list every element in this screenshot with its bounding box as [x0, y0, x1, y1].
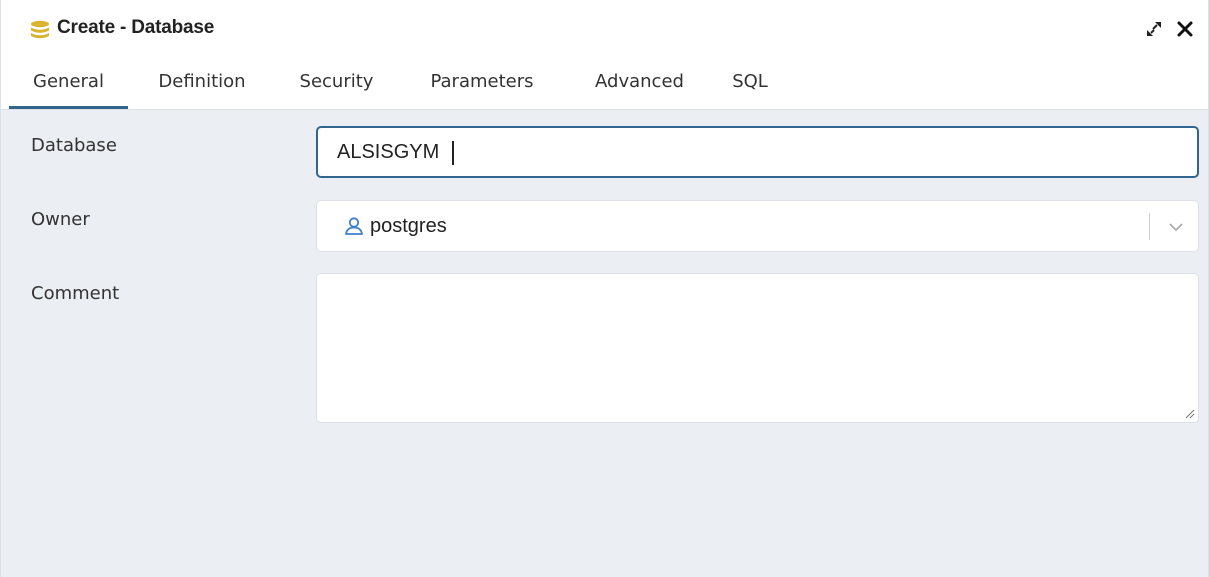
comment-label: Comment	[31, 283, 120, 304]
select-separator	[1149, 213, 1150, 240]
tab-parameters[interactable]: Parameters	[407, 57, 557, 109]
database-icon	[31, 20, 49, 39]
expand-icon[interactable]	[1144, 19, 1164, 39]
resize-handle-icon[interactable]	[1183, 407, 1195, 419]
database-name-input[interactable]	[316, 126, 1199, 178]
text-caret	[452, 141, 454, 165]
title-bar: Create - Database	[1, 0, 1208, 58]
comment-textarea[interactable]	[316, 273, 1199, 423]
dialog-title: Create - Database	[57, 17, 215, 38]
create-database-dialog: Create - Database General Definition Sec…	[0, 0, 1209, 577]
owner-select[interactable]: postgres	[316, 200, 1199, 252]
form-body: Database Owner postgres Comment	[1, 110, 1208, 577]
owner-value: postgres	[370, 215, 447, 237]
database-label: Database	[31, 135, 117, 156]
close-icon[interactable]	[1176, 20, 1194, 38]
tab-definition[interactable]: Definition	[137, 57, 267, 109]
tab-sql[interactable]: SQL	[719, 57, 781, 109]
tab-bar: General Definition Security Parameters A…	[1, 57, 1208, 110]
chevron-down-icon[interactable]	[1167, 218, 1185, 236]
tab-advanced[interactable]: Advanced	[574, 57, 705, 109]
tab-security[interactable]: Security	[281, 57, 392, 109]
owner-label: Owner	[31, 209, 90, 230]
tab-general[interactable]: General	[9, 57, 128, 109]
user-icon	[345, 217, 363, 235]
